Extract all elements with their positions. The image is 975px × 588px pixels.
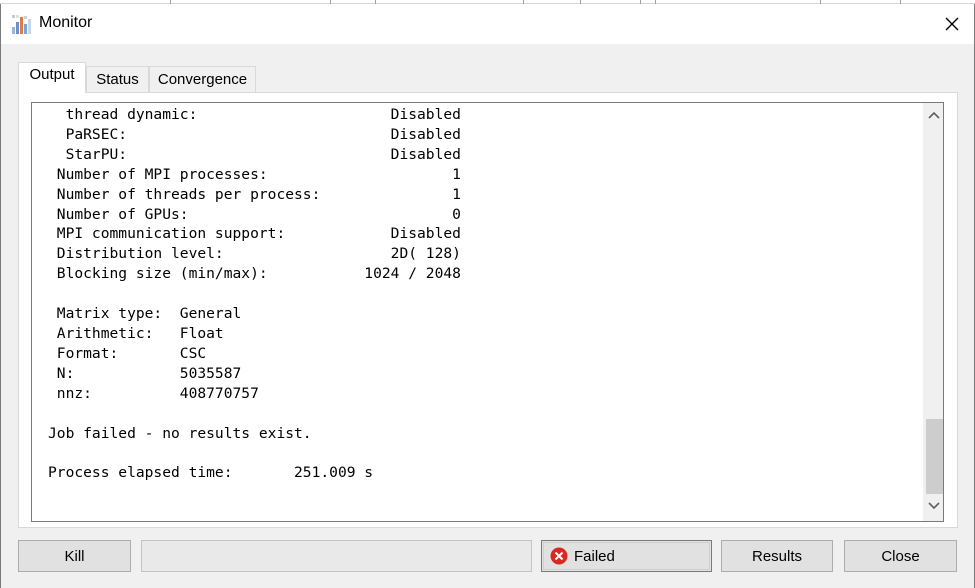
output-line: Arithmetic: Float — [48, 324, 224, 342]
output-line: Matrix type: General — [48, 305, 242, 323]
output-line: Number of GPUs: 0 — [48, 205, 461, 223]
chevron-down-icon — [928, 502, 940, 510]
status-message-field — [141, 540, 532, 572]
tab-convergence[interactable]: Convergence — [149, 66, 256, 92]
failed-status-button[interactable]: Failed — [541, 540, 712, 572]
output-line: Number of MPI processes: 1 — [48, 165, 461, 183]
monitor-window: Monitor Output Status Convergence thread… — [0, 4, 975, 588]
output-line: Job failed - no results exist. — [48, 424, 312, 442]
failed-button-focus — [543, 542, 710, 570]
window-title: Monitor — [39, 14, 93, 31]
window-close-button[interactable] — [936, 8, 968, 40]
output-line: nnz: 408770757 — [48, 384, 259, 402]
close-button[interactable]: Close — [844, 540, 957, 572]
scroll-up-button[interactable] — [924, 105, 943, 125]
output-line: Process elapsed time: 251.009 s — [48, 464, 374, 482]
output-log-text: thread dynamic: Disabled PaRSEC: Disable… — [48, 105, 461, 483]
output-line: thread dynamic: Disabled — [48, 106, 461, 123]
failed-label: Failed — [574, 547, 615, 565]
output-line: Format: CSC — [48, 344, 207, 362]
output-line: Number of threads per process: 1 — [48, 185, 461, 203]
tab-status[interactable]: Status — [86, 66, 149, 92]
scroll-thumb[interactable] — [926, 419, 943, 494]
output-line: StarPU: Disabled — [48, 145, 461, 163]
output-line: Distribution level: 2D( 128) — [48, 245, 461, 263]
output-line: MPI communication support: Disabled — [48, 225, 461, 243]
error-circle-icon — [550, 547, 568, 565]
output-line: N: 5035587 — [48, 364, 242, 382]
close-icon — [945, 17, 959, 31]
output-log[interactable]: thread dynamic: Disabled PaRSEC: Disable… — [31, 102, 944, 522]
output-line: Blocking size (min/max): 1024 / 2048 — [48, 265, 461, 283]
vertical-scrollbar[interactable] — [923, 103, 943, 521]
title-bar: Monitor — [1, 4, 974, 44]
tab-output[interactable]: Output — [18, 62, 86, 93]
kill-button[interactable]: Kill — [18, 540, 131, 572]
monitor-app-icon — [12, 15, 31, 34]
chevron-up-icon — [928, 111, 940, 119]
output-line: PaRSEC: Disabled — [48, 125, 461, 143]
scroll-down-button[interactable] — [924, 496, 943, 516]
results-button[interactable]: Results — [721, 540, 833, 572]
output-tab-panel: thread dynamic: Disabled PaRSEC: Disable… — [18, 92, 958, 528]
